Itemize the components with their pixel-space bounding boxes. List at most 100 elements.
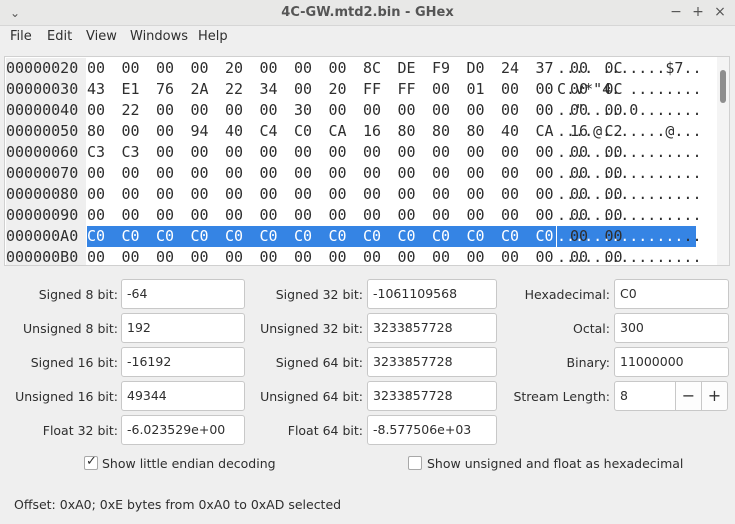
hex-byte[interactable]: 00 [536, 163, 554, 184]
hex-byte[interactable]: C0 [225, 226, 243, 247]
hex-byte[interactable]: 00 [225, 142, 243, 163]
hex-byte[interactable]: C0 [294, 226, 312, 247]
menu-file[interactable]: File [10, 29, 32, 44]
hex-byte[interactable]: 00 [260, 163, 278, 184]
hex-byte[interactable]: 20 [225, 58, 243, 79]
hex-byte[interactable]: 30 [294, 100, 312, 121]
hex-byte[interactable]: 00 [122, 184, 140, 205]
hex-byte[interactable]: 00 [122, 58, 140, 79]
hex-byte[interactable]: CA [329, 121, 347, 142]
hex-byte[interactable]: 00 [398, 163, 416, 184]
hex-byte[interactable]: C0 [501, 226, 519, 247]
hex-byte[interactable]: FF [363, 79, 381, 100]
hex-byte[interactable]: C0 [363, 226, 381, 247]
ascii-column[interactable]: ................ [557, 163, 702, 184]
hex-byte[interactable]: 00 [363, 184, 381, 205]
hex-byte[interactable]: 00 [501, 247, 519, 265]
hex-byte[interactable]: 00 [501, 79, 519, 100]
hex-byte[interactable]: 00 [122, 205, 140, 226]
hex-byte[interactable]: C3 [122, 142, 140, 163]
hex-byte[interactable]: 00 [87, 247, 105, 265]
maximize-icon[interactable]: + [690, 4, 706, 20]
hex-row[interactable]: 00000060 C3 C3 00 00 00 00 00 00 00 00 00 00 00 00 00 00… [5, 142, 717, 163]
hex-row[interactable]: 000000B0 00 00 00 00 00 00 00 00 00 00 00 00 00 00 00 00… [5, 247, 717, 265]
hex-byte[interactable]: 00 [294, 142, 312, 163]
hex-byte[interactable]: 00 [398, 205, 416, 226]
hex-byte[interactable]: 00 [536, 247, 554, 265]
hex-byte[interactable]: 00 [191, 58, 209, 79]
hex-byte[interactable]: 00 [536, 184, 554, 205]
octal-field[interactable]: 300 [614, 313, 729, 343]
hex-byte[interactable]: 00 [432, 247, 450, 265]
unsigned-hex-checkbox[interactable] [408, 456, 422, 470]
hex-byte[interactable]: 00 [294, 247, 312, 265]
ascii-column[interactable]: ................ [557, 205, 702, 226]
hex-byte[interactable]: 00 [467, 205, 485, 226]
hex-byte[interactable]: 00 [156, 163, 174, 184]
hex-byte[interactable]: F9 [432, 58, 450, 79]
hex-byte[interactable]: 01 [467, 79, 485, 100]
hex-byte[interactable]: 00 [191, 184, 209, 205]
hex-byte[interactable]: E1 [122, 79, 140, 100]
unsigned-16-bit-field[interactable]: 49344 [121, 381, 245, 411]
hex-byte[interactable]: C0 [398, 226, 416, 247]
hex-byte[interactable]: 00 [191, 142, 209, 163]
hex-byte[interactable]: 00 [329, 184, 347, 205]
hex-byte[interactable]: C0 [432, 226, 450, 247]
ascii-column[interactable]: C.v*"4. ........ [557, 79, 702, 100]
minimize-icon[interactable]: − [668, 4, 684, 20]
menu-help[interactable]: Help [198, 29, 228, 44]
hex-byte[interactable]: 00 [225, 205, 243, 226]
hex-byte[interactable]: 00 [260, 142, 278, 163]
unsigned-8-bit-field[interactable]: 192 [121, 313, 245, 343]
ascii-column[interactable]: ................ [557, 142, 702, 163]
hex-byte[interactable]: 00 [87, 205, 105, 226]
hex-byte[interactable]: C0 [156, 226, 174, 247]
hex-byte[interactable]: C0 [87, 226, 105, 247]
hex-byte[interactable]: 16 [363, 121, 381, 142]
hex-byte[interactable]: 76 [156, 79, 174, 100]
hex-byte[interactable]: 00 [363, 142, 381, 163]
hex-byte[interactable]: C0 [536, 226, 554, 247]
hex-byte[interactable]: 00 [363, 100, 381, 121]
hex-byte[interactable]: 00 [294, 58, 312, 79]
hex-byte[interactable]: 80 [432, 121, 450, 142]
hex-byte[interactable]: 00 [363, 163, 381, 184]
hex-byte[interactable]: C0 [122, 226, 140, 247]
hex-byte[interactable]: D0 [467, 58, 485, 79]
hex-byte[interactable]: 34 [260, 79, 278, 100]
signed-32-bit-field[interactable]: -1061109568 [367, 279, 497, 309]
float-32-bit-field[interactable]: -6.023529e+00 [121, 415, 245, 445]
hex-byte[interactable]: 00 [87, 100, 105, 121]
hex-byte[interactable]: 00 [329, 247, 347, 265]
signed-64-bit-field[interactable]: 3233857728 [367, 347, 497, 377]
hex-byte[interactable]: 00 [398, 100, 416, 121]
hex-byte[interactable]: 00 [156, 100, 174, 121]
hex-byte[interactable]: 00 [156, 205, 174, 226]
hex-byte[interactable]: 00 [122, 163, 140, 184]
ascii-column[interactable]: ................ [557, 247, 702, 265]
hex-byte[interactable]: 40 [501, 121, 519, 142]
hex-byte[interactable]: C0 [191, 226, 209, 247]
hex-byte[interactable]: 00 [501, 163, 519, 184]
hex-byte[interactable]: 00 [329, 205, 347, 226]
unsigned-32-bit-field[interactable]: 3233857728 [367, 313, 497, 343]
hex-byte[interactable]: 43 [87, 79, 105, 100]
hex-byte[interactable]: 00 [432, 184, 450, 205]
hex-byte[interactable]: 00 [467, 100, 485, 121]
hex-byte[interactable]: 00 [363, 205, 381, 226]
hex-byte[interactable]: 00 [329, 142, 347, 163]
hex-byte[interactable]: 00 [329, 163, 347, 184]
hex-byte[interactable]: 00 [467, 142, 485, 163]
little-endian-checkbox[interactable] [84, 454, 98, 470]
hex-byte[interactable]: 8C [363, 58, 381, 79]
scrollbar-thumb[interactable] [720, 70, 726, 103]
hex-byte[interactable]: 00 [191, 205, 209, 226]
ascii-column[interactable]: .... .......$7.. [557, 58, 702, 79]
hex-byte[interactable]: C0 [294, 121, 312, 142]
hex-byte[interactable]: 00 [467, 184, 485, 205]
signed-16-bit-field[interactable]: -16192 [121, 347, 245, 377]
hex-row[interactable]: 00000020 00 00 00 00 20 00 00 00 8C DE F9 D0 24 37 00 0C… [5, 58, 717, 79]
hex-byte[interactable]: 24 [501, 58, 519, 79]
hex-byte[interactable]: 00 [156, 184, 174, 205]
